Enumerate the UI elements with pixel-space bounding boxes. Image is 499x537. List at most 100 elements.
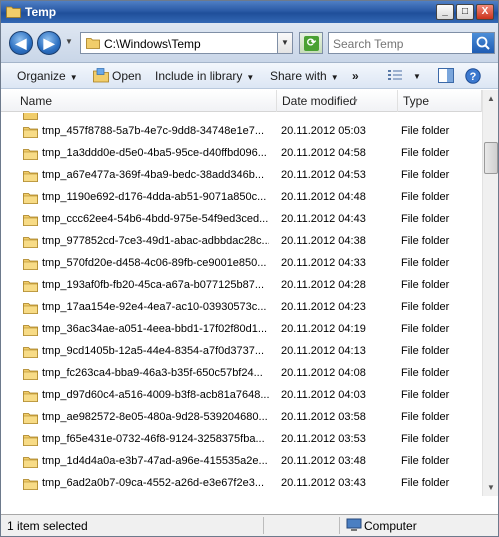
file-date-modified: 20.11.2012 04:53: [281, 169, 366, 181]
close-button[interactable]: X: [476, 4, 494, 20]
file-name: tmp_17aa154e-92e4-4ea7-ac10-03930573c...: [42, 301, 267, 313]
table-row[interactable]: tmp_f65e431e-0732-46f8-9124-3258375fba..…: [1, 429, 482, 451]
more-commands-button[interactable]: »: [352, 69, 359, 83]
preview-pane-icon[interactable]: [438, 68, 454, 83]
scroll-down-arrow[interactable]: ▼: [483, 479, 499, 496]
table-row[interactable]: tmp_ccc62ee4-54b6-4bdd-975e-54f9ed3ced..…: [1, 209, 482, 231]
open-button[interactable]: Open: [112, 69, 141, 83]
refresh-button[interactable]: ⟳: [299, 32, 323, 54]
file-date-modified: 20.11.2012 04:48: [281, 191, 366, 203]
file-name: tmp_36ac34ae-a051-4eea-bbd1-17f02f80d1..…: [42, 323, 268, 335]
file-list[interactable]: tmp_457f8788-5a7b-4e7c-9dd8-34748e1e7...…: [1, 113, 482, 496]
status-bar: 1 item selected Computer: [1, 514, 498, 536]
column-header-type[interactable]: Type: [398, 90, 482, 112]
column-header-date-modified[interactable]: Date modified: [277, 90, 398, 112]
forward-arrow-icon[interactable]: ▶: [37, 31, 61, 55]
search-input[interactable]: [333, 36, 469, 51]
folder-icon: [23, 413, 38, 424]
table-row[interactable]: tmp_1190e692-d176-4dda-ab51-9071a850c...…: [1, 187, 482, 209]
file-date-modified: 20.11.2012 04:58: [281, 147, 366, 159]
scroll-up-arrow[interactable]: ▲: [483, 90, 499, 107]
folder-icon: [23, 479, 38, 490]
folder-icon: [23, 171, 38, 182]
location-status: Computer: [364, 519, 417, 533]
file-date-modified: 20.11.2012 04:19: [281, 323, 366, 335]
include-in-library-menu[interactable]: Include in library ▼: [155, 69, 254, 83]
file-type: File folder: [401, 191, 450, 203]
column-header-name[interactable]: Name: [15, 90, 277, 112]
table-row[interactable]: tmp_570fd20e-d458-4c06-89fb-ce9001e850..…: [1, 253, 482, 275]
address-dropdown[interactable]: ▼: [277, 32, 293, 54]
file-name: tmp_f65e431e-0732-46f8-9124-3258375fba..…: [42, 433, 265, 445]
file-date-modified: 20.11.2012 04:28: [281, 279, 366, 291]
folder-icon: [23, 259, 38, 270]
folder-icon: [23, 281, 38, 292]
views-icon[interactable]: [387, 68, 403, 83]
scroll-thumb[interactable]: [484, 142, 498, 174]
help-icon[interactable]: ?: [465, 68, 481, 84]
back-arrow-icon[interactable]: ◀: [9, 31, 33, 55]
table-row[interactable]: tmp_36ac34ae-a051-4eea-bbd1-17f02f80d1..…: [1, 319, 482, 341]
file-type: File folder: [401, 125, 450, 137]
file-date-modified: 20.11.2012 04:13: [281, 345, 366, 357]
table-row[interactable]: tmp_1a3ddd0e-d5e0-4ba5-95ce-d40ffbd096..…: [1, 143, 482, 165]
svg-text:?: ?: [470, 71, 477, 83]
file-name: tmp_9cd1405b-12a5-44e4-8354-a7f0d3737...: [42, 345, 265, 357]
file-type: File folder: [401, 213, 450, 225]
file-date-modified: 20.11.2012 03:48: [281, 455, 366, 467]
file-type: File folder: [401, 147, 450, 159]
folder-icon: [23, 149, 38, 160]
folder-icon: [6, 6, 21, 18]
file-name: tmp_a67e477a-369f-4ba9-bedc-38add346b...: [42, 169, 265, 181]
table-row[interactable]: tmp_fc263ca4-bba9-46a3-b35f-650c57bf24..…: [1, 363, 482, 385]
table-row[interactable]: tmp_6ad2a0b7-09ca-4552-a26d-e3e67f2e3...…: [1, 473, 482, 495]
file-date-modified: 20.11.2012 03:53: [281, 433, 366, 445]
search-box[interactable]: [328, 32, 495, 54]
table-row[interactable]: tmp_a67e477a-369f-4ba9-bedc-38add346b...…: [1, 165, 482, 187]
address-path[interactable]: C:\Windows\Temp: [104, 37, 201, 51]
search-icon[interactable]: [472, 33, 494, 53]
table-row[interactable]: tmp_457f8788-5a7b-4e7c-9dd8-34748e1e7...…: [1, 121, 482, 143]
table-row[interactable]: tmp_17aa154e-92e4-4ea7-ac10-03930573c...…: [1, 297, 482, 319]
sort-arrow-icon: ▼: [352, 98, 359, 105]
share-with-menu[interactable]: Share with ▼: [270, 69, 339, 83]
column-headers: Name Date modified ▼ Type: [1, 90, 482, 112]
file-name: tmp_fc263ca4-bba9-46a3-b35f-650c57bf24..…: [42, 367, 263, 379]
table-row[interactable]: tmp_ae982572-8e05-480a-9d28-539204680...…: [1, 407, 482, 429]
command-bar: Organize ▼ Open Include in library ▼ Share…: [1, 63, 498, 89]
file-type: File folder: [401, 389, 450, 401]
table-row[interactable]: tmp_977852cd-7ce3-49d1-abac-adbbdac28c..…: [1, 231, 482, 253]
views-dropdown[interactable]: ▼: [413, 72, 421, 81]
file-date-modified: 20.11.2012 04:38: [281, 235, 366, 247]
title-bar[interactable]: Temp _ □ X: [1, 1, 498, 23]
organize-menu[interactable]: Organize ▼: [17, 69, 78, 83]
file-type: File folder: [401, 367, 450, 379]
maximize-button[interactable]: □: [456, 4, 474, 20]
share-with-label: Share with: [270, 69, 327, 83]
file-name: tmp_457f8788-5a7b-4e7c-9dd8-34748e1e7...: [42, 125, 265, 137]
file-date-modified: 20.11.2012 04:03: [281, 389, 366, 401]
folder-icon: [23, 193, 38, 204]
file-date-modified: 20.11.2012 03:58: [281, 411, 366, 423]
table-row[interactable]: tmp_d97d60c4-a516-4009-b3f8-acb81a7648..…: [1, 385, 482, 407]
table-row[interactable]: tmp_9cd1405b-12a5-44e4-8354-a7f0d3737...…: [1, 341, 482, 363]
window-title: Temp: [25, 5, 57, 19]
folder-icon: [23, 457, 38, 468]
file-name: tmp_1190e692-d176-4dda-ab51-9071a850c...: [42, 191, 267, 203]
explorer-window: Temp _ □ X ◀ ▶ ▼ C:\Windows\Temp ▼ ⟳ Sea…: [0, 0, 499, 537]
table-row[interactable]: tmp_193af0fb-fb20-45ca-a67a-b077125b87..…: [1, 275, 482, 297]
folder-icon: [23, 325, 38, 336]
recent-pages-dropdown[interactable]: ▼: [65, 37, 73, 46]
file-date-modified: 20.11.2012 04:08: [281, 367, 366, 379]
folder-icon: [23, 303, 38, 314]
minimize-button[interactable]: _: [436, 4, 454, 20]
vertical-scrollbar[interactable]: ▲ ▼: [482, 90, 498, 496]
table-row[interactable]: tmp_1d4d4a0a-e3b7-47ad-a96e-415535a2e...…: [1, 451, 482, 473]
computer-icon: [346, 518, 362, 531]
file-date-modified: 20.11.2012 04:33: [281, 257, 366, 269]
address-bar[interactable]: C:\Windows\Temp: [80, 32, 293, 54]
file-name: tmp_ccc62ee4-54b6-4bdd-975e-54f9ed3ced..…: [42, 213, 269, 225]
file-type: File folder: [401, 411, 450, 423]
include-in-library-label: Include in library: [155, 69, 243, 83]
folder-icon: [23, 113, 38, 120]
